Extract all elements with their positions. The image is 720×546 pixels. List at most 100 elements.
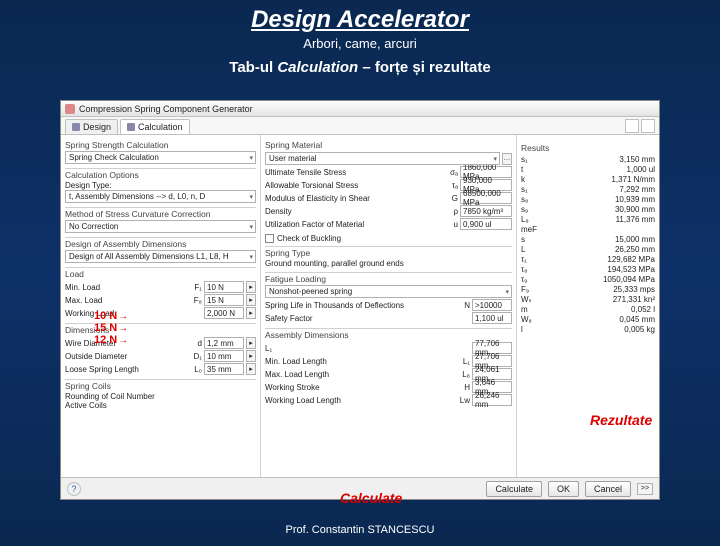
- result-value: 0,045 mm: [619, 315, 655, 324]
- ok-button[interactable]: OK: [548, 481, 579, 497]
- result-value: 129,682 MPa: [607, 255, 655, 264]
- spring-coils-header: Spring Coils: [65, 379, 256, 392]
- max-load-arrow-icon[interactable]: ▸: [246, 294, 256, 306]
- result-key: s: [521, 235, 545, 244]
- ats-label: Allowable Torsional Stress: [265, 181, 442, 190]
- result-key: τ₁: [521, 255, 545, 264]
- mod-symbol: G: [444, 194, 458, 203]
- window-title: Compression Spring Component Generator: [79, 104, 253, 114]
- tab-design[interactable]: Design: [65, 119, 118, 134]
- cancel-button[interactable]: Cancel: [585, 481, 631, 497]
- loose-len-input[interactable]: 35 mm: [204, 363, 244, 375]
- result-row: L₉11,376 mm: [521, 215, 655, 224]
- slide-footer: Prof. Constantin STANCESCU: [0, 524, 720, 536]
- result-value: 11,376 mm: [616, 215, 655, 224]
- spring-type-header: Spring Type: [265, 246, 512, 259]
- working-load-label: Working Load: [65, 309, 186, 318]
- fatigue-header: Fatigue Loading: [265, 272, 512, 285]
- material-select[interactable]: User material: [265, 152, 500, 165]
- life-label: Spring Life in Thousands of Deflections: [265, 301, 454, 310]
- life-input[interactable]: >10000: [472, 299, 512, 311]
- fatigue-select[interactable]: Nonshot-peened spring: [265, 285, 512, 298]
- result-key: k: [521, 175, 545, 184]
- density-symbol: ρ: [444, 207, 458, 216]
- rounding-label: Rounding of Coil Number: [65, 392, 256, 401]
- safety-input[interactable]: 1,100 ul: [472, 312, 512, 324]
- result-value: 25,333 mps: [613, 285, 655, 294]
- tabline-pre: Tab-ul: [229, 59, 277, 76]
- min-load-label: Min. Load: [65, 283, 186, 292]
- left-column: Spring Strength Calculation Spring Check…: [61, 135, 261, 477]
- od-arrow-icon[interactable]: ▸: [246, 350, 256, 362]
- loose-len-arrow-icon[interactable]: ▸: [246, 363, 256, 375]
- min-load-symbol: F₁: [188, 283, 202, 292]
- od-input[interactable]: 10 mm: [204, 350, 244, 362]
- design-type-select[interactable]: t, Assembly Dimensions --> d, L0, n, D: [65, 190, 256, 203]
- result-value: 3,150 mm: [619, 155, 655, 164]
- min-load-len-label: Min. Load Length: [265, 357, 454, 366]
- uts-label: Ultimate Tensile Stress: [265, 168, 442, 177]
- tab-calculation-label: Calculation: [138, 122, 183, 132]
- result-key: s₁: [521, 155, 545, 164]
- result-key: Wₛ: [521, 295, 545, 304]
- life-symbol: N: [456, 301, 470, 310]
- mod-input[interactable]: 68500,000 MPa: [460, 192, 512, 204]
- result-key: F₉: [521, 285, 545, 294]
- work-len-label: Working Load Length: [265, 396, 454, 405]
- working-load-input[interactable]: 2,000 N: [204, 307, 244, 319]
- wire-dia-input[interactable]: 1,2 mm: [204, 337, 244, 349]
- assembly-design-select[interactable]: Design of All Assembly Dimensions L1, L8…: [65, 250, 256, 263]
- tab-design-label: Design: [83, 122, 111, 132]
- tab-calculation[interactable]: Calculation: [120, 119, 190, 134]
- ats-symbol: τₐ: [444, 181, 458, 190]
- buckling-checkbox[interactable]: Check of Buckling: [265, 234, 512, 243]
- result-key: s₉: [521, 205, 545, 214]
- curvature-select[interactable]: No Correction: [65, 220, 256, 233]
- result-row: s₁7,292 mm: [521, 185, 655, 194]
- chevron-button[interactable]: >>: [637, 483, 653, 495]
- calculation-icon: [127, 123, 135, 131]
- max-load-symbol: F₈: [188, 296, 202, 305]
- help-icon[interactable]: ?: [67, 482, 81, 496]
- buckling-label: Check of Buckling: [277, 234, 341, 243]
- tool-button-1-icon[interactable]: [625, 119, 639, 133]
- result-value: 0,052 l: [631, 305, 655, 314]
- result-value: 194,523 MPa: [607, 265, 655, 274]
- active-coils-label: Active Coils: [65, 401, 256, 410]
- loose-len-label: Loose Spring Length: [65, 365, 186, 374]
- result-key: L: [521, 245, 545, 254]
- result-value: 271,331 kn²: [613, 295, 655, 304]
- result-key: τ₉: [521, 275, 545, 284]
- result-value: 7,292 mm: [619, 185, 655, 194]
- wire-dia-arrow-icon[interactable]: ▸: [246, 337, 256, 349]
- safety-label: Safety Factor: [265, 314, 454, 323]
- result-row: k 1,371 N/mm: [521, 175, 655, 184]
- result-value: 30,900 mm: [615, 205, 655, 214]
- util-input[interactable]: 0,900 ul: [460, 218, 512, 230]
- tabline-post: – forțe și rezultate: [358, 59, 491, 76]
- slide-tabline: Tab-ul Calculation – forțe și rezultate: [0, 59, 720, 76]
- result-row: t1,000 ul: [521, 165, 655, 174]
- stroke-symbol: H: [456, 383, 470, 392]
- min-load-input[interactable]: 10 N: [204, 281, 244, 293]
- dimensions-header: Dimensions: [65, 323, 256, 336]
- work-len-symbol: Lw: [456, 396, 470, 405]
- util-symbol: u: [444, 220, 458, 229]
- spring-strength-select[interactable]: Spring Check Calculation: [65, 151, 256, 164]
- mod-label: Modulus of Elasticity in Shear: [265, 194, 442, 203]
- result-row: s₈10,939 mm: [521, 195, 655, 204]
- result-row: s₉ 30,900 mm: [521, 205, 655, 214]
- working-load-arrow-icon[interactable]: ▸: [246, 307, 256, 319]
- density-input[interactable]: 7850 kg/m³: [460, 205, 512, 217]
- result-row: L26,250 mm: [521, 245, 655, 254]
- result-value: 1,371 N/mm: [611, 175, 655, 184]
- result-row: τ₉1050,094 MPa: [521, 275, 655, 284]
- min-load-arrow-icon[interactable]: ▸: [246, 281, 256, 293]
- max-load-label: Max. Load: [65, 296, 186, 305]
- work-len-input[interactable]: 26,246 mm: [472, 394, 512, 406]
- calculate-button[interactable]: Calculate: [486, 481, 542, 497]
- tool-button-2-icon[interactable]: [641, 119, 655, 133]
- wire-dia-symbol: d: [188, 339, 202, 348]
- max-load-input[interactable]: 15 N: [204, 294, 244, 306]
- dialog-body: Spring Strength Calculation Spring Check…: [61, 135, 659, 477]
